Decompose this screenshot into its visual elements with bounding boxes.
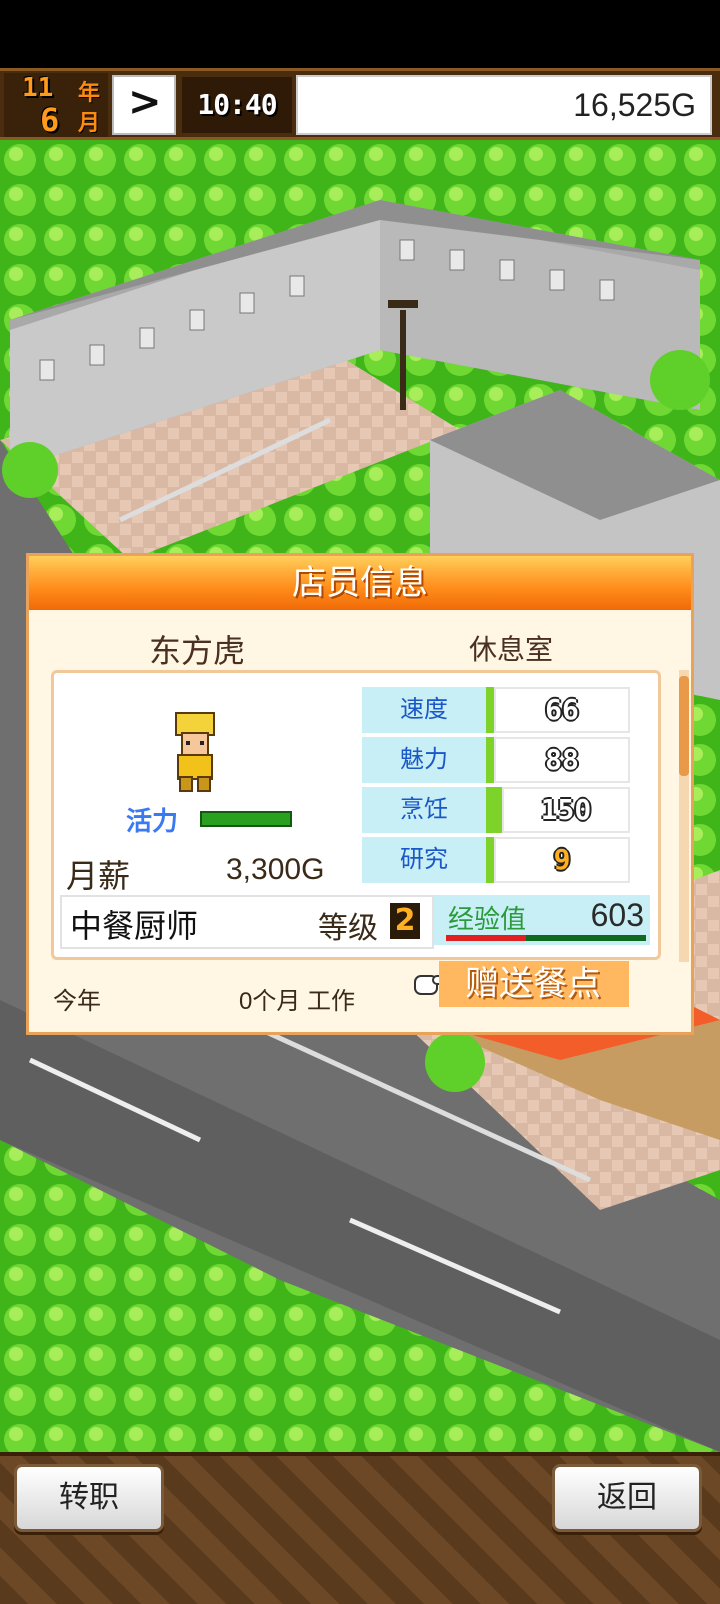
staff-detail-box: 活力 月薪 3,300G 速度 66 魅力 88 烹饪 150 研究 9 中餐厨… [51, 670, 661, 960]
salary-value: 3,300G [226, 853, 325, 886]
experience-label: 经验值 [448, 904, 527, 934]
fast-forward-icon: > [128, 79, 162, 125]
staff-name: 东方虎 [149, 633, 246, 669]
stat-label-charm: 魅力 [362, 737, 486, 783]
job-title: 中餐厨师 [70, 908, 199, 944]
stat-bar-cooking [486, 787, 502, 833]
stat-value-cooking: 150 [502, 787, 630, 833]
scrollbar-thumb[interactable] [679, 676, 689, 776]
year-number: 11 [22, 73, 54, 103]
date-display: 11 年 6 月 [4, 73, 108, 139]
stat-bar-research [486, 837, 494, 883]
vitality-label: 活力 [126, 806, 179, 836]
change-job-button[interactable]: 转职 [14, 1464, 164, 1532]
level-value: 2 [390, 903, 420, 939]
give-meal-button[interactable]: 赠送餐点 [439, 961, 629, 1007]
level-label: 等级 [318, 912, 378, 945]
job-box: 中餐厨师 等级 2 [60, 895, 434, 949]
footer-year-label: 今年 [53, 988, 101, 1015]
chef-character-sprite [175, 712, 215, 792]
stat-label-research: 研究 [362, 837, 486, 883]
year-unit: 年 [78, 81, 101, 106]
experience-value: 603 [590, 897, 644, 933]
stat-value-research: 9 [494, 837, 630, 883]
bottom-bar: 转职 返回 [0, 1452, 720, 1604]
back-button[interactable]: 返回 [552, 1464, 702, 1532]
vitality-bar [200, 811, 292, 827]
month-number: 6 [40, 101, 60, 139]
experience-box: 经验值 603 [434, 895, 650, 945]
top-status-bar: 11 年 6 月 > 10:40 16,525G [0, 68, 720, 140]
stat-bar-speed [486, 687, 494, 733]
stat-value-speed: 66 [494, 687, 630, 733]
stat-bar-charm [486, 737, 494, 783]
month-unit: 月 [78, 111, 101, 136]
money-display: 16,525G [296, 75, 712, 135]
stat-label-speed: 速度 [362, 687, 486, 733]
stat-label-cooking: 烹饪 [362, 787, 486, 833]
staff-info-panel: 店员信息 东方虎 休息室 活力 月薪 3,300G 速度 66 魅力 88 烹饪… [26, 553, 694, 1035]
experience-bar-fill [446, 935, 526, 941]
footer-work-time: 0个月 工作 [239, 988, 356, 1015]
salary-label: 月薪 [66, 858, 131, 894]
panel-title: 店员信息 [29, 556, 691, 610]
stat-value-charm: 88 [494, 737, 630, 783]
game-time: 10:40 [182, 77, 292, 133]
staff-location: 休息室 [469, 634, 554, 665]
speed-toggle-button[interactable]: > [112, 75, 176, 135]
